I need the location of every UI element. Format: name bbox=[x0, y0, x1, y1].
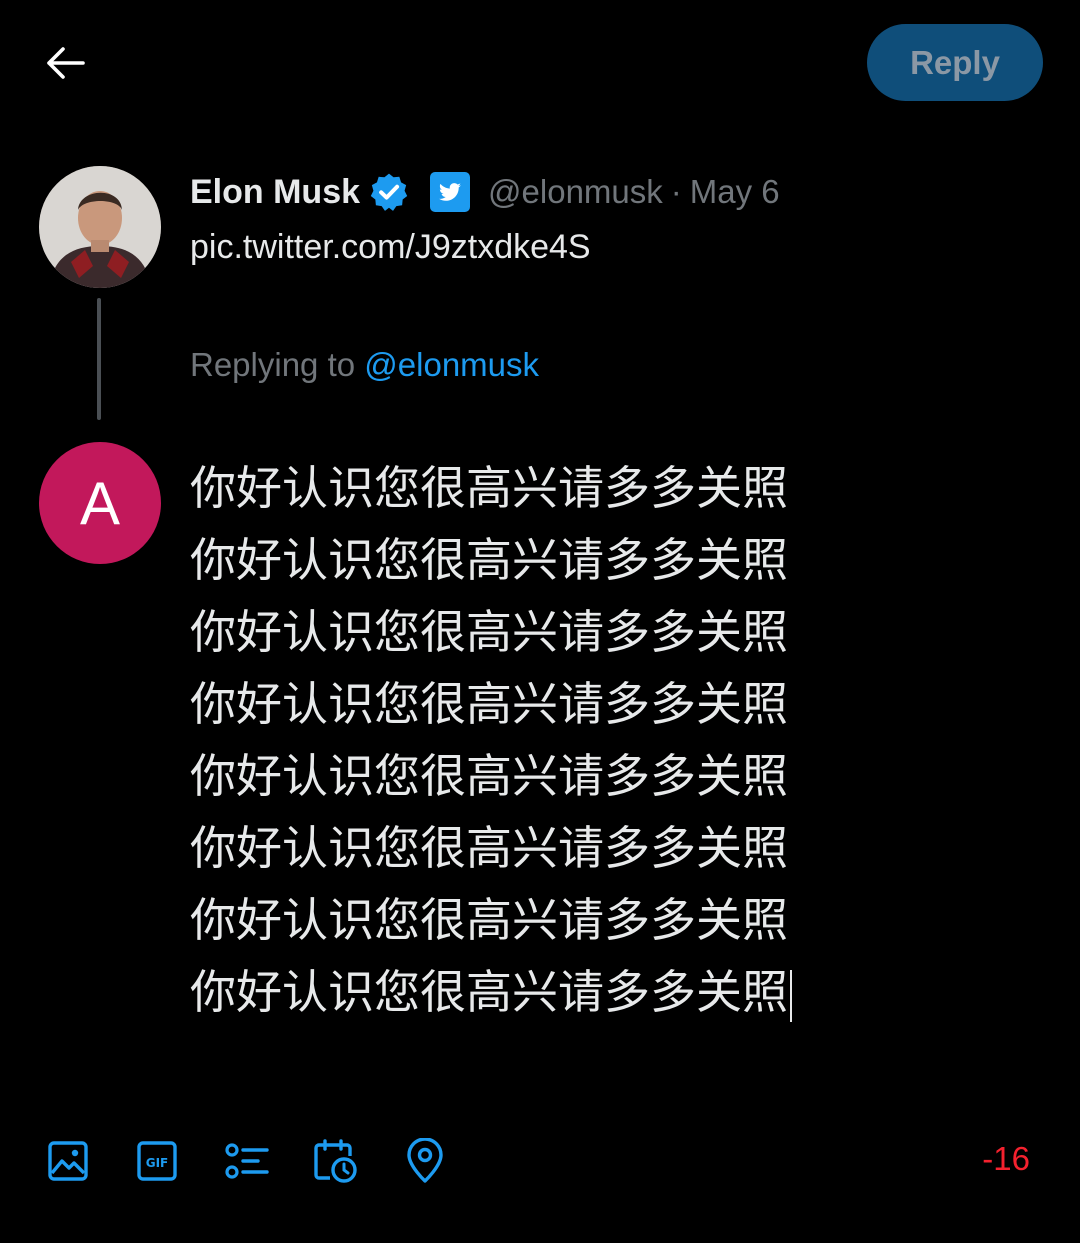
author-avatar[interactable] bbox=[39, 166, 161, 288]
separator-dot: · bbox=[670, 173, 682, 210]
compose-line: 你好认识您很高兴请多多关照 bbox=[190, 668, 870, 740]
add-image-button[interactable] bbox=[43, 1136, 93, 1186]
compose-line-text: 你好认识您很高兴请多多关照 bbox=[190, 440, 788, 443]
reply-compose-screen: Reply Elon Musk @elonmusk · May 6 pic.tw… bbox=[0, 0, 1080, 1243]
tweet-text[interactable]: pic.twitter.com/J9ztxdke4S bbox=[190, 228, 591, 267]
arrow-left-icon bbox=[47, 47, 85, 79]
thread-connector-line bbox=[97, 298, 101, 420]
location-icon bbox=[407, 1138, 443, 1183]
verified-badge-icon bbox=[370, 173, 408, 211]
user-avatar-initial: A bbox=[79, 469, 121, 537]
svg-text:GIF: GIF bbox=[146, 1156, 169, 1170]
user-avatar[interactable]: A bbox=[39, 442, 161, 564]
compose-line-text: 你好认识您很高兴请多多关照 bbox=[190, 893, 788, 947]
compose-text-content: 你好认识您很高兴请多多关照 你好认识您很高兴请多多关照 你好认识您很高兴请多多关照你… bbox=[190, 440, 870, 1028]
compose-line: 你好认识您很高兴请多多关照 bbox=[190, 452, 870, 524]
compose-line: 你好认识您很高兴请多多关照 bbox=[190, 524, 870, 596]
schedule-icon bbox=[314, 1139, 357, 1183]
avatar-photo bbox=[39, 166, 161, 288]
compose-line-text: 你好认识您很高兴请多多关照 bbox=[190, 821, 788, 875]
compose-line: 你好认识您很高兴请多多关照 bbox=[190, 596, 870, 668]
reply-submit-button[interactable]: Reply bbox=[867, 24, 1043, 101]
replying-to-label: Replying to @elonmusk bbox=[190, 346, 539, 384]
twitter-bird-icon bbox=[430, 172, 471, 212]
compose-line: 你好认识您很高兴请多多关照 bbox=[190, 440, 870, 452]
text-cursor bbox=[790, 969, 792, 1022]
replying-to-prefix: Replying to bbox=[190, 346, 356, 383]
add-location-button[interactable] bbox=[400, 1136, 450, 1186]
add-gif-button[interactable]: GIF bbox=[132, 1136, 182, 1186]
author-handle[interactable]: @elonmusk bbox=[488, 173, 663, 211]
gif-icon: GIF bbox=[137, 1141, 177, 1181]
compose-line: 你好认识您很高兴请多多关照 bbox=[190, 812, 870, 884]
replying-to-mention[interactable]: @elonmusk bbox=[364, 346, 539, 383]
tweet-header: Elon Musk @elonmusk · May 6 bbox=[190, 168, 780, 216]
tweet-date: May 6 bbox=[689, 173, 780, 210]
compose-line-text: 你好认识您很高兴请多多关照 bbox=[190, 677, 788, 731]
reply-text-input[interactable]: 你好认识您很高兴请多多关照 你好认识您很高兴请多多关照 你好认识您很高兴请多多关照你… bbox=[190, 440, 870, 1060]
compose-line-text: 你好认识您很高兴请多多关照 bbox=[190, 749, 788, 803]
compose-line-text: 你好认识您很高兴请多多关照 bbox=[190, 461, 788, 515]
back-button[interactable] bbox=[40, 40, 90, 86]
image-icon bbox=[48, 1141, 88, 1181]
author-name[interactable]: Elon Musk bbox=[190, 173, 360, 212]
compose-line-text: 你好认识您很高兴请多多关照 bbox=[190, 965, 788, 1019]
compose-line: 你好认识您很高兴请多多关照 bbox=[190, 884, 870, 956]
compose-line: 你好认识您很高兴请多多关照 bbox=[190, 740, 870, 812]
poll-icon bbox=[225, 1143, 269, 1179]
compose-line-text: 你好认识您很高兴请多多关照 bbox=[190, 605, 788, 659]
character-counter: -16 bbox=[982, 1140, 1030, 1177]
compose-line: 你好认识您很高兴请多多关照 bbox=[190, 956, 870, 1028]
compose-line-text: 你好认识您很高兴请多多关照 bbox=[190, 533, 788, 587]
add-poll-button[interactable] bbox=[222, 1136, 272, 1186]
schedule-button[interactable] bbox=[310, 1136, 360, 1186]
